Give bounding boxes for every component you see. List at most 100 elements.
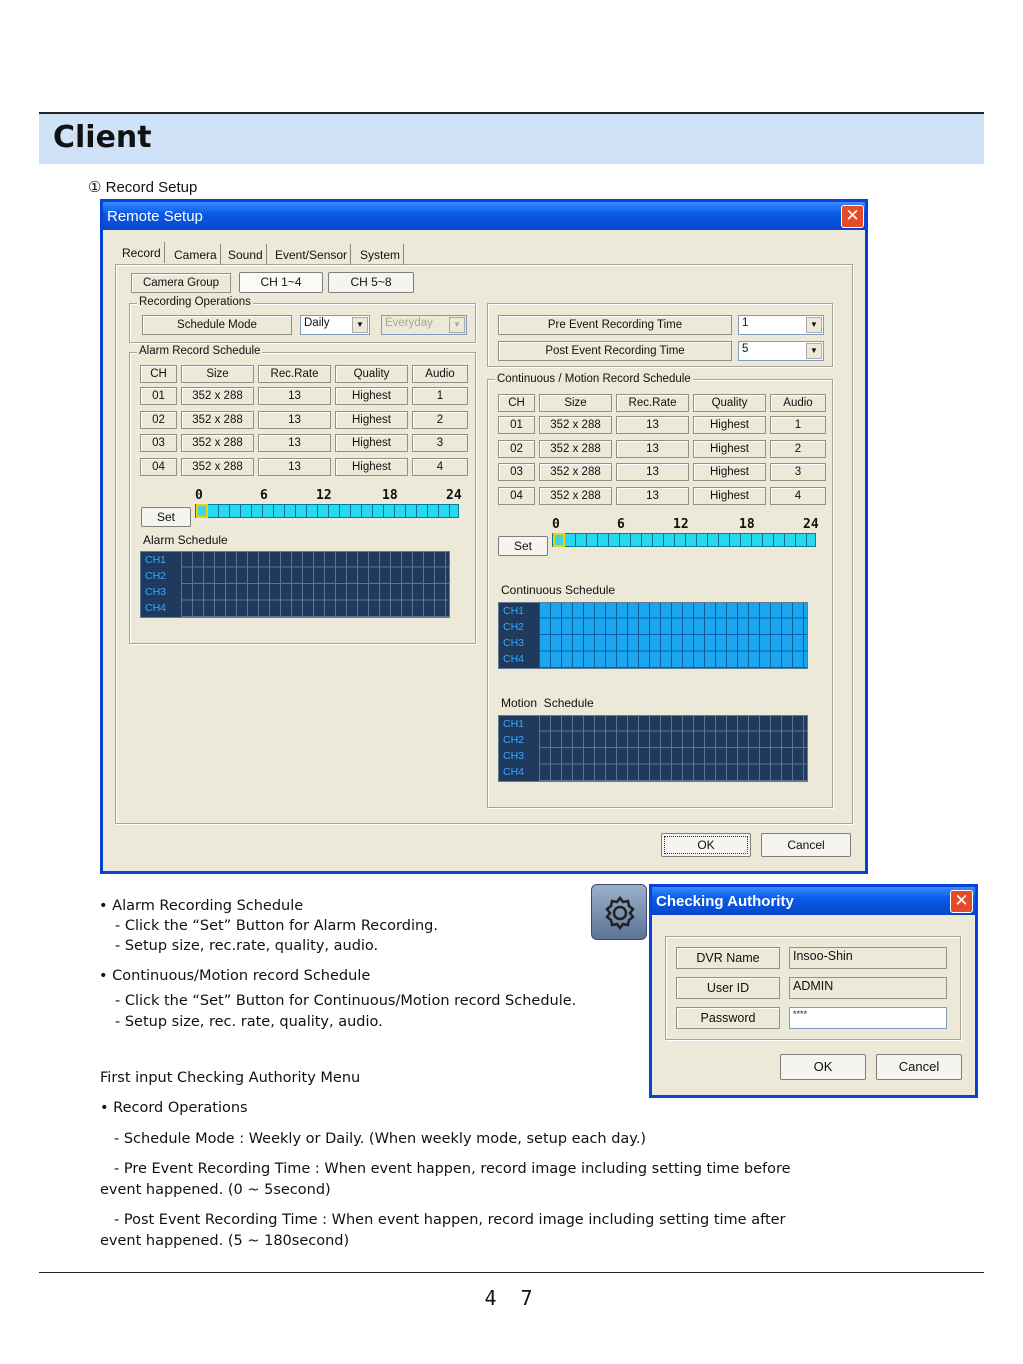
authority-cancel-button[interactable]: Cancel [876,1054,962,1080]
continuous-table-cell: Highest [693,416,766,434]
ch1-4-button[interactable]: CH 1~4 [239,272,323,293]
cont-grid-ch4: CH4 [503,653,525,665]
chevron-down-icon[interactable]: ▼ [806,317,822,333]
alarm-grid-ch1: CH1 [145,554,167,566]
cont-grid-ch1: CH1 [503,605,525,617]
note-alarm-head: • Alarm Recording Schedule [99,898,304,914]
note-ops-2b: event happened. (0 ~ 5second) [100,1182,331,1198]
alarm-table-cell: 04 [140,457,177,476]
cont-axis-0: 0 [552,517,560,532]
alarm-schedule-grid[interactable]: CH1 CH2 CH3 CH4 [140,551,450,618]
motion-schedule-grid[interactable]: CH1 CH2 CH3 CH4 [498,715,808,782]
alarm-table-cell: 352 x 288 [181,434,254,452]
tab-system[interactable]: System [357,244,405,265]
header-band [39,114,984,164]
motion-grid-ch4: CH4 [503,766,525,778]
password-field[interactable]: **** [789,1007,947,1029]
alarm-table-cell: 01 [140,387,177,405]
note-ops-head: • Record Operations [100,1100,248,1116]
alarm-table-cell: 352 x 288 [181,387,254,405]
checking-authority-titlebar: Checking Authority [652,887,975,915]
motion-grid-cells[interactable] [539,716,807,781]
alarm-axis-12: 12 [316,488,332,503]
password-label: Password [676,1007,780,1029]
tab-event-sensor[interactable]: Event/Sensor [272,244,352,265]
tab-record[interactable]: Record [119,242,165,263]
alarm-axis-24: 24 [446,488,462,503]
continuous-schedule-group-label: Continuous / Motion Record Schedule [495,373,693,385]
camera-group-label: Camera Group [131,273,231,293]
continuous-table-cell: 01 [498,416,535,434]
continuous-table-cell: 04 [498,486,535,505]
ch5-8-button[interactable]: CH 5~8 [328,272,414,293]
gear-icon[interactable] [591,884,647,940]
chevron-down-icon[interactable]: ▼ [806,343,822,359]
schedule-mode-select[interactable]: Daily ▼ [300,315,370,335]
alarm-axis-6: 6 [260,488,268,503]
alarm-hour-cursor[interactable] [196,504,208,518]
continuous-table-cell: Highest [693,463,766,481]
user-id-field[interactable]: ADMIN [789,977,947,999]
post-event-label: Post Event Recording Time [498,341,732,361]
chevron-down-icon[interactable]: ▼ [352,317,368,333]
alarm-hour-bar[interactable] [195,504,459,518]
checking-authority-title: Checking Authority [656,893,794,910]
cont-grid-ch2: CH2 [503,621,525,633]
cancel-button[interactable]: Cancel [761,833,851,857]
alarm-col-header: Quality [335,365,408,383]
remote-setup-titlebar: Remote Setup [103,202,865,230]
alarm-table-cell: 352 x 288 [181,457,254,476]
continuous-grid-cells[interactable] [539,603,807,668]
pre-event-select[interactable]: 1 ▼ [738,315,824,335]
user-id-label: User ID [676,977,780,999]
alarm-table-cell: 352 x 288 [181,410,254,429]
alarm-col-header: Size [181,365,254,383]
continuous-col-header: Rec.Rate [616,394,689,412]
continuous-table-cell: 13 [616,416,689,434]
note-first-input: First input Checking Authority Menu [100,1070,361,1086]
continuous-table-cell: Highest [693,439,766,458]
dvr-name-field[interactable]: Insoo-Shin [789,947,947,969]
continuous-table-cell: 4 [770,486,826,505]
remote-setup-title: Remote Setup [107,208,203,225]
continuous-col-header: Size [539,394,612,412]
alarm-table-cell: 13 [258,434,331,452]
alarm-grid-cells[interactable] [181,552,449,617]
cont-axis-24: 24 [803,517,819,532]
close-icon[interactable]: ✕ [841,205,864,228]
alarm-set-button[interactable]: Set [141,507,191,527]
post-event-select[interactable]: 5 ▼ [738,341,824,361]
day-value: Everyday [385,317,433,329]
recording-operations-label: Recording Operations [137,296,253,308]
alarm-axis-0: 0 [195,488,203,503]
alarm-axis-18: 18 [382,488,398,503]
alarm-schedule-label: Alarm Schedule [143,533,228,547]
footer-rule [39,1272,984,1273]
note-cont-head: • Continuous/Motion record Schedule [99,968,371,984]
ok-button[interactable]: OK [661,833,751,857]
alarm-table-cell: 03 [140,434,177,452]
tab-sound[interactable]: Sound [225,244,267,265]
cont-axis-18: 18 [739,517,755,532]
continuous-set-button[interactable]: Set [498,536,548,556]
continuous-schedule-grid[interactable]: CH1 CH2 CH3 CH4 [498,602,808,669]
day-select: Everyday ▼ [381,315,467,335]
motion-schedule-label: Motion Schedule [501,696,594,710]
tab-camera[interactable]: Camera [171,244,221,265]
continuous-table-cell: 352 x 288 [539,486,612,505]
continuous-hour-bar[interactable] [552,533,816,547]
cont-axis-6: 6 [617,517,625,532]
continuous-table-cell: 13 [616,439,689,458]
cont-grid-ch3: CH3 [503,637,525,649]
alarm-col-header: Audio [412,365,468,383]
gear-icon-glyph [605,895,635,931]
motion-grid-ch1: CH1 [503,718,525,730]
continuous-hour-cursor[interactable] [553,533,565,547]
authority-ok-button[interactable]: OK [780,1054,866,1080]
alarm-table-cell: 02 [140,410,177,429]
motion-grid-ch2: CH2 [503,734,525,746]
close-icon[interactable]: ✕ [950,890,973,913]
continuous-table-cell: 352 x 288 [539,416,612,434]
alarm-table-cell: 2 [412,410,468,429]
alarm-table-cell: Highest [335,410,408,429]
